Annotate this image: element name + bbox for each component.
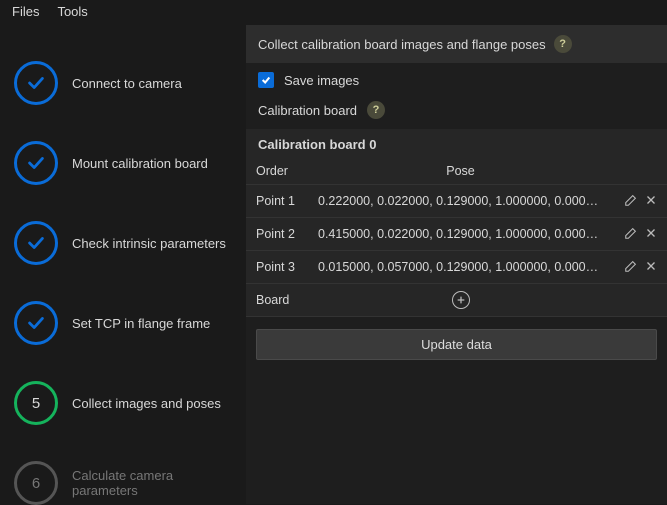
panel-header-text: Collect calibration board images and fla… — [258, 37, 546, 52]
menubar: Files Tools — [0, 0, 667, 25]
step-2[interactable]: Mount calibration board — [0, 123, 246, 203]
step-4[interactable]: Set TCP in flange frame — [0, 283, 246, 363]
row-pose: 0.015000, 0.057000, 0.129000, 1.000000, … — [310, 251, 611, 284]
save-images-row: Save images — [246, 63, 667, 97]
menu-tools[interactable]: Tools — [57, 4, 87, 19]
delete-icon[interactable] — [643, 192, 659, 208]
content-panel: Collect calibration board images and fla… — [246, 25, 667, 504]
step-label: Set TCP in flange frame — [72, 316, 210, 331]
help-icon[interactable]: ? — [367, 101, 385, 119]
check-icon — [14, 301, 58, 345]
edit-icon[interactable] — [623, 258, 639, 274]
check-icon — [14, 221, 58, 265]
main-area: Connect to camera Mount calibration board… — [0, 25, 667, 504]
step-number-icon: 5 — [14, 381, 58, 425]
check-icon — [14, 141, 58, 185]
table-row: Point 10.222000, 0.022000, 0.129000, 1.0… — [246, 185, 667, 218]
delete-icon[interactable] — [643, 225, 659, 241]
update-data-button[interactable]: Update data — [256, 329, 657, 360]
step-label: Check intrinsic parameters — [72, 236, 226, 251]
calib-board-row: Calibration board ? — [246, 97, 667, 129]
col-pose: Pose — [310, 158, 611, 185]
step-label: Mount calibration board — [72, 156, 208, 171]
table-row: Point 20.415000, 0.022000, 0.129000, 1.0… — [246, 218, 667, 251]
step-number-icon: 6 — [14, 461, 58, 505]
steps-sidebar: Connect to camera Mount calibration board… — [0, 25, 246, 504]
step-5[interactable]: 5 Collect images and poses — [0, 363, 246, 443]
col-order: Order — [246, 158, 310, 185]
row-order: Point 2 — [246, 218, 310, 251]
row-order: Point 1 — [246, 185, 310, 218]
delete-icon[interactable] — [643, 258, 659, 274]
panel-header: Collect calibration board images and fla… — [246, 25, 667, 63]
check-icon — [14, 61, 58, 105]
step-label: Collect images and poses — [72, 396, 221, 411]
pose-table: Order Pose Point 10.222000, 0.022000, 0.… — [246, 158, 667, 317]
edit-icon[interactable] — [623, 225, 639, 241]
add-row-label: Board — [246, 284, 310, 317]
edit-icon[interactable] — [623, 192, 639, 208]
table-row: Point 30.015000, 0.057000, 0.129000, 1.0… — [246, 251, 667, 284]
row-pose: 0.415000, 0.022000, 0.129000, 1.000000, … — [310, 218, 611, 251]
update-row: Update data — [246, 317, 667, 372]
save-images-label: Save images — [284, 73, 359, 88]
step-3[interactable]: Check intrinsic parameters — [0, 203, 246, 283]
step-label: Connect to camera — [72, 76, 182, 91]
pose-table-body: Point 10.222000, 0.022000, 0.129000, 1.0… — [246, 185, 667, 284]
add-board-button[interactable] — [452, 291, 470, 309]
calib-board-label: Calibration board — [258, 103, 357, 118]
row-order: Point 3 — [246, 251, 310, 284]
add-board-row: Board — [246, 284, 667, 317]
row-pose: 0.222000, 0.022000, 0.129000, 1.000000, … — [310, 185, 611, 218]
board-title: Calibration board 0 — [246, 129, 667, 158]
step-label: Calculate camera parameters — [72, 468, 232, 498]
step-6[interactable]: 6 Calculate camera parameters — [0, 443, 246, 505]
save-images-checkbox[interactable] — [258, 72, 274, 88]
help-icon[interactable]: ? — [554, 35, 572, 53]
menu-files[interactable]: Files — [12, 4, 39, 19]
step-1[interactable]: Connect to camera — [0, 43, 246, 123]
